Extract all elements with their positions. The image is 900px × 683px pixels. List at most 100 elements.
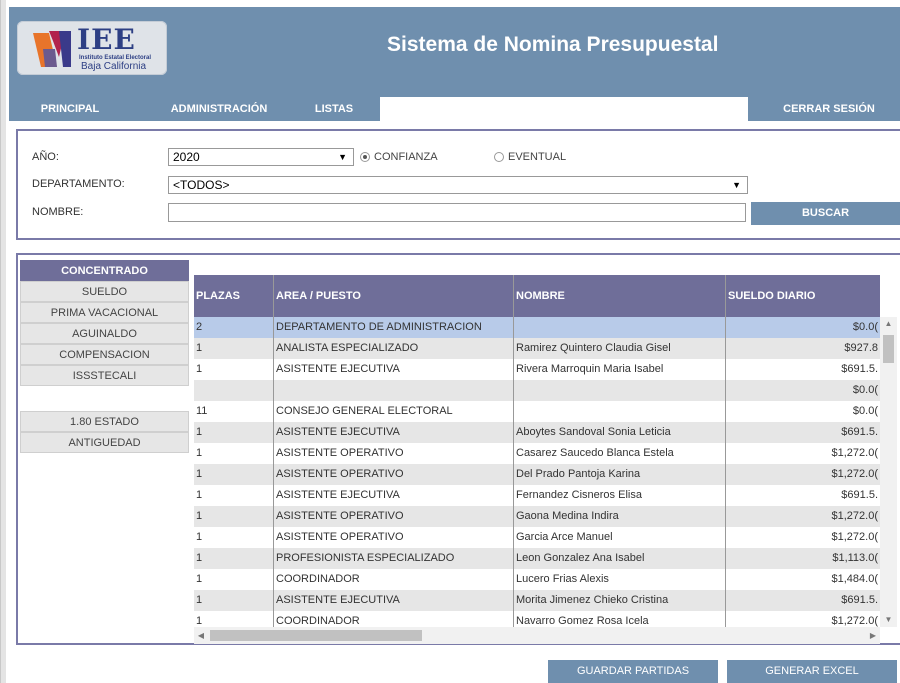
cell-nombre: Casarez Saucedo Blanca Estela <box>516 447 674 459</box>
table-header: PLAZAS AREA / PUESTO NOMBRE SUELDO DIARI… <box>194 275 880 317</box>
radio-confianza-label: CONFIANZA <box>374 151 438 163</box>
nav-listas[interactable]: LISTAS <box>294 97 374 121</box>
cell-sueldo: $691.5. <box>841 426 878 438</box>
cell-sueldo: $1,272.0( <box>831 510 878 522</box>
cell-plazas: 1 <box>196 510 203 522</box>
cell-sueldo: $1,484.0( <box>831 573 878 585</box>
tab-sueldo[interactable]: SUELDO <box>20 281 189 302</box>
table-row[interactable]: 1 ASISTENTE EJECUTIVA Fernandez Cisneros E… <box>194 485 880 506</box>
col-header-area[interactable]: AREA / PUESTO <box>276 275 361 317</box>
cell-area: ASISTENTE OPERATIVO <box>276 468 404 480</box>
cell-area: CONSEJO GENERAL ELECTORAL <box>276 405 453 417</box>
col-header-nombre[interactable]: NOMBRE <box>516 275 565 317</box>
table-row[interactable]: 1 PROFESIONISTA ESPECIALIZADO Leon Gonzale… <box>194 548 880 569</box>
cell-sueldo: $1,272.0( <box>831 447 878 459</box>
table-row[interactable]: 11 CONSEJO GENERAL ELECTORAL $0.0( <box>194 401 880 422</box>
vertical-scrollbar[interactable]: ▲ ▼ <box>880 317 897 627</box>
cell-area: COORDINADOR <box>276 573 360 585</box>
nav-administracion[interactable]: ADMINISTRACIÓN <box>159 97 279 121</box>
cell-area: ASISTENTE EJECUTIVA <box>276 489 400 501</box>
cell-sueldo: $0.0( <box>852 321 878 333</box>
table-row[interactable]: 1 ASISTENTE OPERATIVO Del Prado Pantoja Ka… <box>194 464 880 485</box>
nombre-label: NOMBRE: <box>32 206 84 218</box>
cell-area: ASISTENTE EJECUTIVA <box>276 594 400 606</box>
cell-nombre: Aboytes Sandoval Sonia Leticia <box>516 426 671 438</box>
cell-plazas: 1 <box>196 363 203 375</box>
table-row[interactable]: 1 ASISTENTE EJECUTIVA Aboytes Sandoval Son… <box>194 422 880 443</box>
main-nav: PRINCIPAL ADMINISTRACIÓN LISTAS CERRAR S… <box>9 97 900 121</box>
col-header-plazas[interactable]: PLAZAS <box>196 275 240 317</box>
tab-prima-vacacional[interactable]: PRIMA VACACIONAL <box>20 302 189 323</box>
tab-compensacion[interactable]: COMPENSACION <box>20 344 189 365</box>
nav-principal[interactable]: PRINCIPAL <box>9 97 131 121</box>
cell-plazas: 1 <box>196 552 203 564</box>
radio-confianza[interactable]: CONFIANZA <box>360 151 438 163</box>
table-row[interactable]: 1 COORDINADOR Lucero Frias Alexis $1,484.0( <box>194 569 880 590</box>
buscar-button[interactable]: BUSCAR <box>751 202 900 225</box>
tab-aguinaldo[interactable]: AGUINALDO <box>20 323 189 344</box>
cell-sueldo: $1,272.0( <box>831 468 878 480</box>
cell-nombre <box>516 401 724 422</box>
app-title: Sistema de Nomina Presupuestal <box>387 33 719 56</box>
table-row[interactable]: 1 ASISTENTE OPERATIVO Gaona Medina Indira $… <box>194 506 880 527</box>
horizontal-scrollbar[interactable]: ◀ ▶ <box>194 627 880 644</box>
cell-area: ASISTENTE OPERATIVO <box>276 531 404 543</box>
table-body: 2 DEPARTAMENTO DE ADMINISTRACION $0.0(1 ANA… <box>194 317 880 627</box>
cell-sueldo: $691.5. <box>841 489 878 501</box>
cell-area: ASISTENTE OPERATIVO <box>276 447 404 459</box>
cell-plazas: 1 <box>196 447 203 459</box>
table-row[interactable]: 1 ASISTENTE EJECUTIVA Morita Jimenez Chiek… <box>194 590 880 611</box>
column-divider <box>273 275 274 627</box>
table-row[interactable]: 1 ASISTENTE EJECUTIVA Rivera Marroquin Mar… <box>194 359 880 380</box>
payroll-table: PLAZAS AREA / PUESTO NOMBRE SUELDO DIARI… <box>194 275 897 645</box>
scroll-right-icon[interactable]: ▶ <box>866 627 880 644</box>
cell-nombre: Rivera Marroquin Maria Isabel <box>516 363 664 375</box>
tab-issstecali[interactable]: ISSSTECALI <box>20 365 189 386</box>
cell-nombre: Lucero Frias Alexis <box>516 573 609 585</box>
scroll-up-icon[interactable]: ▲ <box>880 317 897 331</box>
cell-nombre: Gaona Medina Indira <box>516 510 619 522</box>
column-divider <box>513 275 514 627</box>
horizontal-scroll-thumb[interactable] <box>210 630 422 641</box>
logo-subtitle-state: Baja California <box>81 61 147 72</box>
table-row[interactable]: 1 ANALISTA ESPECIALIZADO Ramirez Quintero … <box>194 338 880 359</box>
anio-select[interactable]: 2020 ▼ <box>168 148 354 166</box>
guardar-partidas-button[interactable]: GUARDAR PARTIDAS <box>548 660 718 683</box>
cell-nombre: Leon Gonzalez Ana Isabel <box>516 552 645 564</box>
nav-cerrar-sesion[interactable]: CERRAR SESIÓN <box>769 97 889 121</box>
tab-estado[interactable]: 1.80 ESTADO <box>20 411 189 432</box>
cell-sueldo: $927.8 <box>844 342 878 354</box>
tab-concentrado[interactable]: CONCENTRADO <box>20 260 189 281</box>
departamento-select[interactable]: <TODOS> ▼ <box>168 176 748 194</box>
col-header-sueldo[interactable]: SUELDO DIARIO <box>728 275 815 317</box>
table-row[interactable]: 2 DEPARTAMENTO DE ADMINISTRACION $0.0( <box>194 317 880 338</box>
tab-antiguedad[interactable]: ANTIGUEDAD <box>20 432 189 453</box>
cell-plazas: 1 <box>196 426 203 438</box>
table-row[interactable]: 1 ASISTENTE OPERATIVO Casarez Saucedo Blan… <box>194 443 880 464</box>
table-row[interactable]: $0.0( <box>194 380 880 401</box>
cell-nombre <box>516 380 724 401</box>
app-header: IEE Instituto Estatal Electoral Baja Cal… <box>9 7 900 97</box>
anio-select-value: 2020 <box>173 150 200 164</box>
table-row[interactable]: 1 ASISTENTE OPERATIVO Garcia Arce Manuel $1… <box>194 527 880 548</box>
results-panel: CONCENTRADO SUELDO PRIMA VACACIONAL AGUI… <box>16 253 900 645</box>
scroll-left-icon[interactable]: ◀ <box>194 627 208 644</box>
cell-plazas: 1 <box>196 468 203 480</box>
cell-area <box>276 380 512 401</box>
cell-plazas: 1 <box>196 531 203 543</box>
nombre-input[interactable] <box>168 203 746 222</box>
scroll-down-icon[interactable]: ▼ <box>880 613 897 627</box>
vertical-scroll-thumb[interactable] <box>883 335 894 363</box>
left-edge <box>0 0 6 683</box>
chevron-down-icon: ▼ <box>732 180 741 190</box>
search-panel: AÑO: 2020 ▼ CONFIANZA EVENTUAL DEPARTAME… <box>16 129 900 240</box>
radio-eventual[interactable]: EVENTUAL <box>494 151 566 163</box>
cell-nombre <box>516 317 724 338</box>
departamento-select-value: <TODOS> <box>173 178 230 192</box>
column-divider <box>725 275 726 627</box>
cell-nombre: Garcia Arce Manuel <box>516 531 613 543</box>
cell-area: ASISTENTE EJECUTIVA <box>276 363 400 375</box>
cell-sueldo: $1,113.0( <box>832 552 878 564</box>
generar-excel-button[interactable]: GENERAR EXCEL <box>727 660 897 683</box>
cell-sueldo: $691.5. <box>841 594 878 606</box>
